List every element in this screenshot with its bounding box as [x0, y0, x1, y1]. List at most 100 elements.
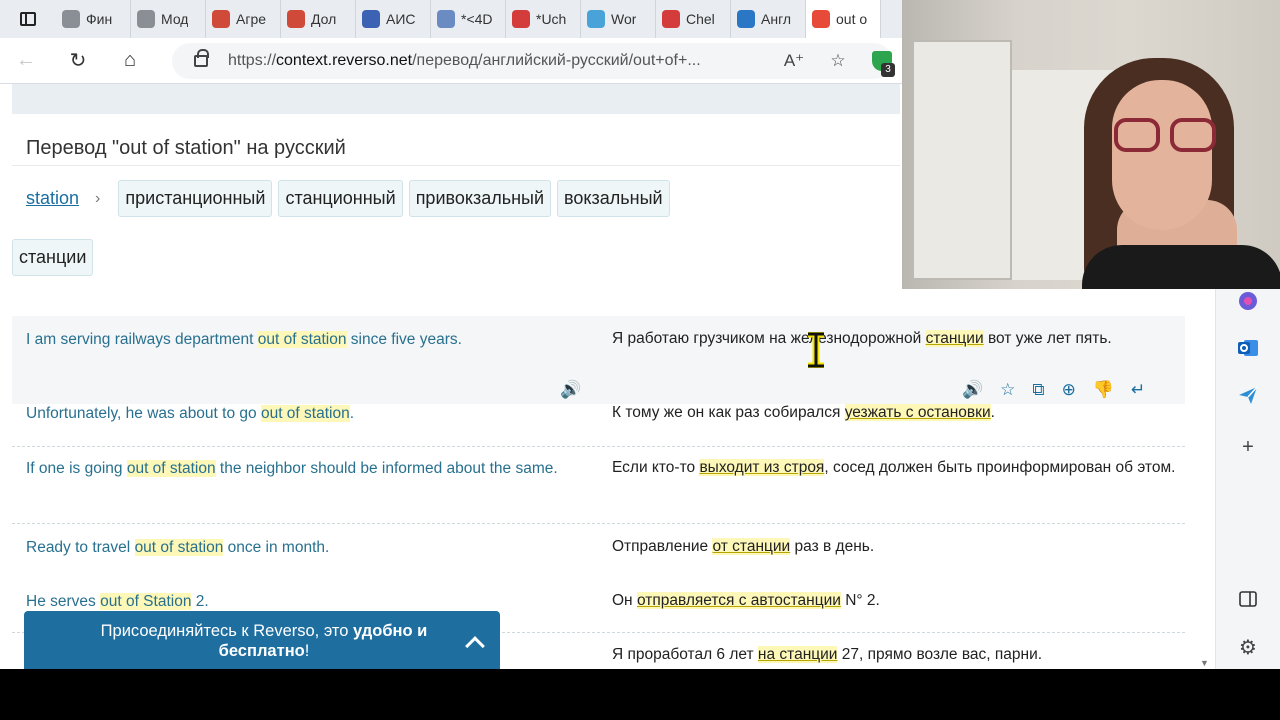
example-row: I am serving railways department out of …: [12, 316, 1185, 404]
yandex-icon: [812, 10, 830, 28]
synonym-chip[interactable]: вокзальный: [557, 180, 670, 217]
tab-label: Фин: [86, 11, 113, 27]
source-text: I am serving railways department: [26, 331, 258, 348]
read-aloud-icon[interactable]: A⁺: [772, 51, 816, 71]
gc-icon: [137, 10, 155, 28]
browser-tab[interactable]: *<4D: [431, 0, 506, 38]
extension-shield-icon[interactable]: 3: [872, 51, 895, 77]
synonym-bar: station › пристанционный станционный приво…: [26, 180, 670, 217]
back-arrow-icon: ←: [16, 49, 36, 71]
source-text: .: [349, 405, 355, 422]
source-highlight: out of station: [126, 460, 216, 477]
source-text: once in month.: [223, 539, 330, 556]
example-translation[interactable]: Отправление от станции раз в день.: [612, 535, 1177, 559]
scroll-down-icon[interactable]: ▼: [1200, 658, 1209, 668]
split-screen-icon[interactable]: [1236, 587, 1260, 611]
tab-label: *Uch: [536, 11, 567, 27]
signup-banner[interactable]: Присоединяйтесь к Reverso, это удобно и …: [24, 611, 500, 669]
source-highlight: out of station: [257, 331, 347, 348]
presenter-face: [1112, 80, 1212, 230]
back-button[interactable]: ←: [0, 38, 52, 84]
page-title: Перевод "out of station" на русский: [26, 137, 346, 159]
example-translation[interactable]: Если кто-то выходит из строя, сосед долж…: [612, 456, 1177, 480]
pdf-icon: [512, 10, 530, 28]
browser-sidebar: + ⚙: [1215, 289, 1280, 669]
tab-label: Дол: [311, 11, 337, 27]
gc-icon: [62, 10, 80, 28]
source-highlight: out of station: [260, 405, 350, 422]
browser-tab[interactable]: Агре: [206, 0, 281, 38]
source-text: Ready to travel: [26, 539, 135, 556]
url-path: /перевод/английский-русский/out+of+...: [412, 52, 701, 69]
source-text: He serves: [26, 593, 101, 610]
search-band: [12, 84, 900, 114]
home-icon: ⌂: [123, 49, 137, 71]
example-translation[interactable]: Я проработал 6 лет на станции 27, прямо …: [612, 643, 1177, 667]
url-text[interactable]: https://context.reverso.net/перевод/англ…: [228, 52, 738, 70]
extension-badge: 3: [881, 63, 895, 77]
translation-text: Он: [612, 592, 637, 609]
example-translation[interactable]: К тому же он как раз собирался уезжать с…: [612, 401, 1177, 425]
send-icon[interactable]: [1236, 383, 1260, 407]
chevron-up-icon[interactable]: [465, 636, 485, 656]
browser-tab[interactable]: Мод: [131, 0, 206, 38]
url-domain: context.reverso.net: [276, 52, 413, 69]
copilot-icon[interactable]: [1236, 289, 1260, 313]
browser-tab[interactable]: out о: [806, 0, 881, 38]
browser-tab[interactable]: Chel: [656, 0, 731, 38]
synonym-chip[interactable]: станционный: [278, 180, 403, 217]
example-row: Unfortunately, he was about to go out of…: [12, 394, 1185, 444]
translation-text: вот уже лет пять.: [983, 330, 1112, 347]
example-translation[interactable]: Он отправляется с автостанции N° 2.: [612, 589, 1177, 613]
url-prefix: https://: [228, 52, 277, 69]
translation-highlight: станции: [925, 330, 984, 347]
outlook-icon[interactable]: [1236, 336, 1260, 360]
example-source[interactable]: Ready to travel out of station once in m…: [26, 536, 581, 560]
translation-text: Отправление: [612, 538, 713, 555]
synonym-chip[interactable]: привокзальный: [408, 180, 552, 217]
browser-tab[interactable]: Дол: [281, 0, 356, 38]
translation-text: К тому же он как раз собирался: [612, 404, 845, 421]
source-text: If one is going: [26, 460, 127, 477]
divider: [12, 165, 900, 166]
tab-label: Мод: [161, 11, 189, 27]
synonym-chip[interactable]: пристанционный: [118, 180, 273, 217]
screen: { "browser": { "tabs": [ {"label": "Фин"…: [0, 0, 1280, 720]
example-source[interactable]: Unfortunately, he was about to go out of…: [26, 402, 581, 426]
webcam-overlay: [902, 0, 1280, 289]
plus-icon[interactable]: +: [1236, 435, 1260, 459]
grid-icon: [587, 10, 605, 28]
translation-highlight: отправляется с автостанции: [636, 592, 841, 609]
browser-tab[interactable]: АИС: [356, 0, 431, 38]
favorites-add-icon[interactable]: ☆: [816, 51, 860, 71]
home-button[interactable]: ⌂: [104, 38, 156, 84]
example-row: Ready to travel out of station once in m…: [12, 528, 1185, 578]
example-source[interactable]: I am serving railways department out of …: [26, 328, 581, 352]
browser-tab[interactable]: Wor: [581, 0, 656, 38]
settings-icon[interactable]: ⚙: [1236, 635, 1260, 659]
browser-tab[interactable]: Фин: [56, 0, 131, 38]
translation-text: Я работаю грузчиком на железнодорожной: [612, 330, 926, 347]
address-bar[interactable]: https://context.reverso.net/перевод/англ…: [172, 43, 895, 79]
source-highlight: out of Station: [100, 593, 192, 610]
browser-tab[interactable]: Англ: [731, 0, 806, 38]
synonym-source-link[interactable]: station: [26, 188, 79, 209]
source-text: the neighbor should be informed about th…: [215, 460, 558, 477]
chevron-right-icon: ›: [95, 189, 101, 207]
browser-tab[interactable]: *Uch: [506, 0, 581, 38]
tab-label: Chel: [686, 11, 715, 27]
flag-icon: [362, 10, 380, 28]
tab-label: out о: [836, 11, 868, 27]
example-translation[interactable]: Я работаю грузчиком на железнодорожной с…: [612, 327, 1177, 351]
refresh-button[interactable]: ↻: [52, 38, 104, 84]
tab-actions-icon: [20, 12, 36, 26]
tab-actions-button[interactable]: [0, 0, 56, 38]
translation-text: .: [990, 404, 995, 421]
translation-text: N° 2.: [840, 592, 880, 609]
translation-text: Я проработал 6 лет: [612, 646, 758, 663]
synonym-chip[interactable]: станции: [12, 239, 94, 276]
letterbox-bar: [0, 669, 1280, 720]
vk-icon: [737, 10, 755, 28]
example-source[interactable]: If one is going out of station the neigh…: [26, 457, 581, 481]
tab-label: *<4D: [461, 11, 493, 27]
